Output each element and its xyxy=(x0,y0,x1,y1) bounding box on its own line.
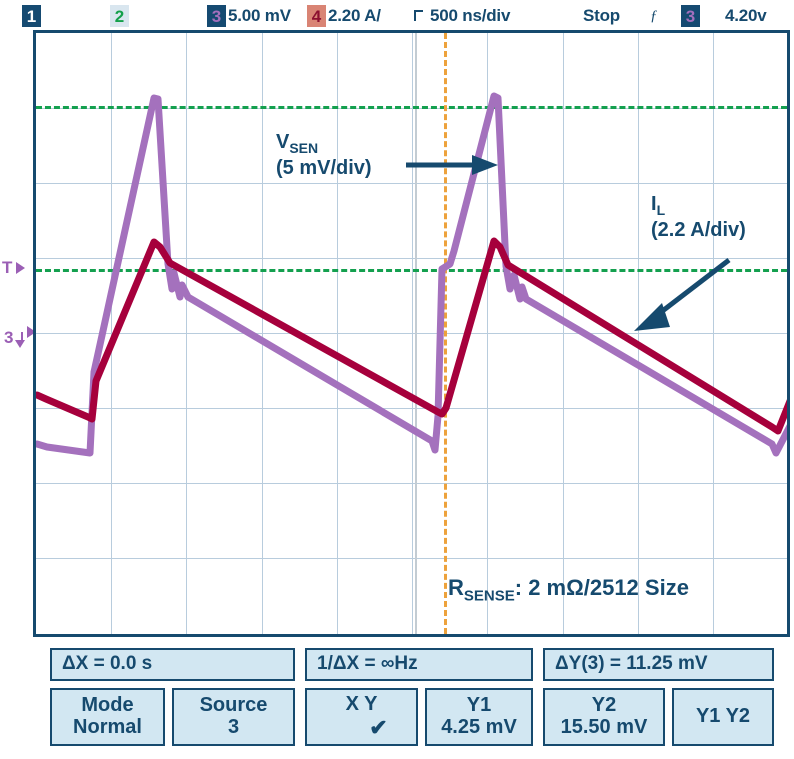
channel-4-indicator[interactable]: 4 2.20 A/ xyxy=(307,5,381,27)
measurement-y2-label: Y2 xyxy=(591,694,617,717)
trigger-level-indicator[interactable]: 4.20v xyxy=(725,6,767,26)
annotation-vsen: VSEN (5 mV/div) xyxy=(276,131,372,179)
channel-1-badge[interactable]: 1 xyxy=(22,5,41,27)
channel-1-indicator[interactable]: 1 xyxy=(22,5,41,27)
channel-4-badge[interactable]: 4 xyxy=(307,5,326,27)
annotation-il-arrow-icon xyxy=(634,258,731,331)
channel-3-scale: 5.00 mV xyxy=(228,6,291,25)
trigger-slope-icon xyxy=(412,6,428,26)
channel-3-ground-label: 3 xyxy=(4,328,14,347)
channel-4-scale: 2.20 A/ xyxy=(328,6,381,25)
measurement-y2-value: 15.50 mV xyxy=(560,716,648,738)
channel-2-badge[interactable]: 2 xyxy=(110,5,129,27)
measurement-source-label: Source xyxy=(199,694,268,717)
measurement-delta-y[interactable]: ΔY(3) = 11.25 mV xyxy=(543,648,774,681)
checkmark-icon: ✔ xyxy=(369,714,388,740)
waveform-display[interactable]: VSEN (5 mV/div) IL (2.2 A/div) RSENSE: 2… xyxy=(33,30,790,637)
channel-3-indicator[interactable]: 3 5.00 mV xyxy=(207,5,291,27)
trigger-source-indicator[interactable]: 3 xyxy=(681,5,700,27)
annotation-il: IL (2.2 A/div) xyxy=(651,193,746,241)
measurement-mode[interactable]: Mode Normal xyxy=(50,688,165,746)
annotation-vsen-arrow-icon xyxy=(406,155,498,175)
measurement-source[interactable]: Source 3 xyxy=(172,688,295,746)
trigger-level-marker-label: T xyxy=(2,258,13,277)
annotation-rsense: RSENSE: 2 mΩ/2512 Size xyxy=(448,575,689,605)
measurement-inv-delta-x[interactable]: 1/ΔX = ∞Hz xyxy=(305,648,533,681)
annotation-il-name: IL xyxy=(651,193,666,218)
measurement-y1y2-toggle[interactable]: Y1 Y2 xyxy=(672,688,774,746)
timebase-indicator[interactable]: 500 ns/div xyxy=(412,6,510,26)
annotation-vsen-name: VSEN xyxy=(276,131,319,156)
measurement-mode-label: Mode xyxy=(81,694,134,717)
channel-3-badge[interactable]: 3 xyxy=(207,5,226,27)
trigger-level-marker[interactable]: T xyxy=(2,258,26,278)
trigger-coupling-label: ƒ xyxy=(650,7,658,24)
arrow-down-icon xyxy=(15,332,26,348)
trigger-source-badge[interactable]: 3 xyxy=(681,5,700,27)
trigger-level-value: 4.20v xyxy=(725,6,767,25)
measurement-xy-toggle[interactable]: X Y ✔ xyxy=(305,688,418,746)
scope-header: 1 2 3 5.00 mV 4 2.20 A/ 500 ns/div Stop … xyxy=(0,0,794,32)
triangle-right-icon xyxy=(16,262,26,274)
run-state-label: Stop xyxy=(583,6,620,25)
annotation-vsen-scale: (5 mV/div) xyxy=(276,156,372,179)
measurement-source-value: 3 xyxy=(227,716,240,738)
timebase-value: 500 ns/div xyxy=(430,6,511,25)
annotation-il-scale: (2.2 A/div) xyxy=(651,218,746,241)
trigger-coupling: ƒ xyxy=(650,8,658,25)
channel-2-indicator[interactable]: 2 xyxy=(110,5,129,27)
measurement-bar: ΔX = 0.0 s Mode Normal Source 3 1/ΔX = ∞… xyxy=(33,648,790,752)
measurement-y2[interactable]: Y2 15.50 mV xyxy=(543,688,665,746)
measurement-mode-value: Normal xyxy=(73,716,142,738)
measurement-y1-label: Y1 xyxy=(466,694,492,717)
measurement-y1-value: 4.25 mV xyxy=(441,716,517,738)
measurement-xy-label: X Y xyxy=(345,693,378,716)
measurement-y1y2-label: Y1 Y2 xyxy=(695,705,751,728)
channel-3-ground-marker[interactable]: 3 xyxy=(4,326,37,348)
run-state[interactable]: Stop xyxy=(583,6,620,26)
measurement-delta-x[interactable]: ΔX = 0.0 s xyxy=(50,648,295,681)
measurement-y1[interactable]: Y1 4.25 mV xyxy=(425,688,533,746)
